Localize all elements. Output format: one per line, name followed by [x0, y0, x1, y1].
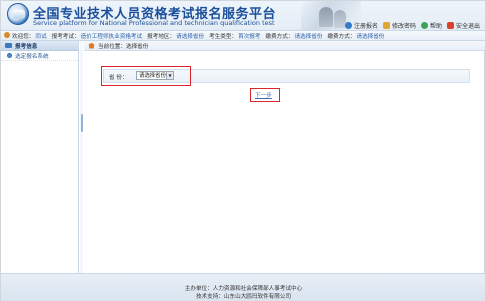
globe-icon: [344, 22, 352, 29]
home-icon: [88, 42, 95, 49]
register-link[interactable]: 注册报名: [344, 21, 378, 30]
next-step-button[interactable]: 下一步: [255, 91, 272, 99]
key-icon: [382, 22, 390, 29]
sidebar-item-select-system[interactable]: 选定报名系统: [1, 51, 78, 61]
candidate-type-info: 考生类型： 首次报考: [209, 33, 261, 40]
main-content: 当前位置：选择省份 省 份： 请选择省份 ▼ 下一步: [84, 41, 485, 273]
change-password-link[interactable]: 修改密码: [382, 21, 416, 30]
breadcrumb: 当前位置：选择省份: [84, 41, 485, 51]
header-figure-image: [319, 7, 333, 27]
folder-icon: [5, 43, 12, 48]
site-header: 全国专业技术人员资格考试报名服务平台 Service platform for …: [1, 1, 485, 30]
bullet-icon: [7, 53, 12, 58]
logout-link[interactable]: 安全退出: [446, 21, 480, 30]
user-info-bar: 欢迎您： 同试 报考考试： 造价工程师执业资格考试 报考地区： 请选择省份 考生类型：…: [1, 30, 485, 41]
footer-organizer: 主办单位：人力资源和社会保障部人事考试中心: [184, 286, 303, 292]
splitter-handle[interactable]: [81, 114, 83, 132]
welcome-info: 欢迎您： 同试: [4, 31, 47, 40]
fee-info: 缴费方式： 请选择省份: [327, 33, 385, 40]
sidebar-splitter[interactable]: [80, 41, 83, 273]
user-icon: [4, 31, 10, 38]
region-info: 报考地区： 请选择省份: [147, 33, 205, 40]
province-label: 省 份：: [109, 75, 128, 81]
top-links: 注册报名 修改密码 帮助 安全退出: [344, 21, 480, 30]
site-logo-icon: [7, 3, 29, 25]
help-link[interactable]: 帮助: [420, 21, 442, 30]
site-subtitle: Service platform for National Profession…: [33, 19, 275, 27]
exam-info: 报考考试： 造价工程师执业资格考试: [51, 33, 143, 40]
help-icon: [420, 22, 428, 29]
page: 全国专业技术人员资格考试报名服务平台 Service platform for …: [0, 0, 485, 301]
sidebar-header: 报考信息: [1, 41, 78, 51]
contact-info: 缴费方式： 请选择省份: [265, 33, 323, 40]
sidebar: 报考信息 选定报名系统: [1, 41, 79, 273]
province-select[interactable]: 请选择省份 ▼: [136, 71, 174, 80]
exit-icon: [446, 22, 454, 29]
chevron-down-icon[interactable]: ▼: [166, 72, 173, 79]
footer-tech-support: 技术支持：山东山大鸥玛软件有限公司: [195, 294, 292, 300]
site-footer: 主办单位：人力资源和社会保障部人事考试中心 技术支持：山东山大鸥玛软件有限公司: [1, 273, 485, 301]
